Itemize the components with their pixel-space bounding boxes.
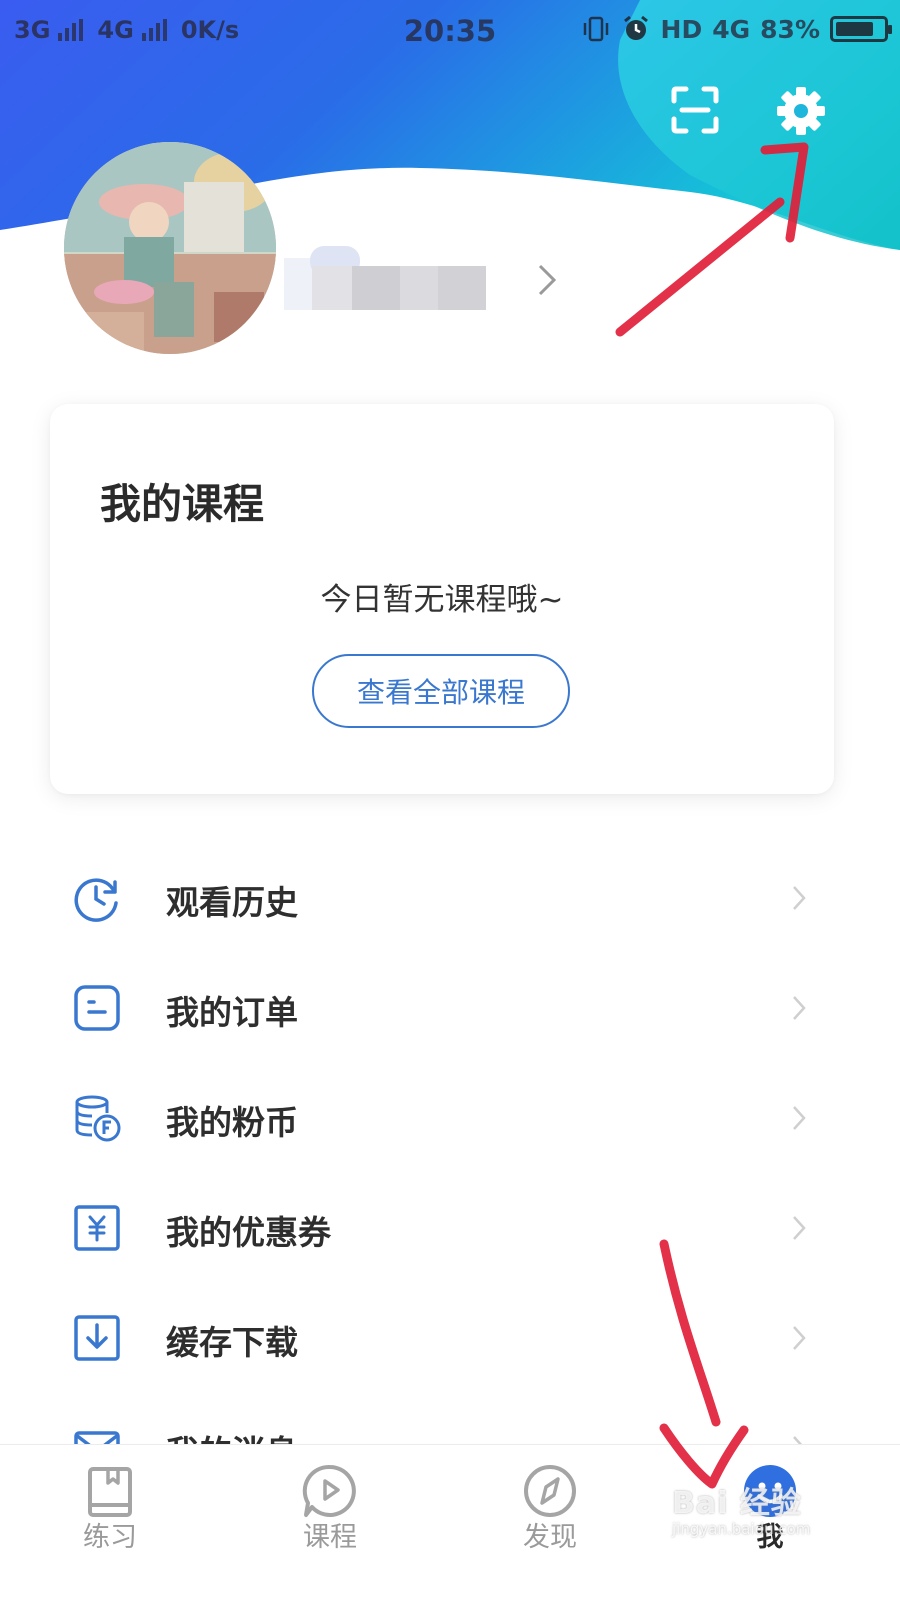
coupon-icon xyxy=(74,1205,120,1251)
menu-item-history[interactable]: 观看历史 xyxy=(0,842,900,952)
vibrate-icon xyxy=(583,16,608,42)
menu-item-downloads[interactable]: 缓存下载 xyxy=(0,1282,900,1392)
tab-courses[interactable]: 课程 xyxy=(255,1445,405,1600)
menu-item-coins[interactable]: 我的粉币 xyxy=(0,1062,900,1172)
watermark-logo: Bai 经验 jingyan.baidu.com xyxy=(672,1478,842,1538)
tab-label: 练习 xyxy=(83,1522,137,1553)
download-icon xyxy=(74,1315,120,1361)
status-right: HD 4G 83% xyxy=(581,14,892,44)
my-courses-card: 我的课程 今日暂无课程哦~ 查看全部课程 xyxy=(50,404,834,794)
username-blurred xyxy=(284,246,486,310)
chevron-right-icon[interactable] xyxy=(536,262,558,298)
tab-label: 发现 xyxy=(523,1522,577,1553)
chevron-right-icon xyxy=(793,996,806,1020)
tab-label: 课程 xyxy=(303,1522,357,1553)
battery-percent: 83% xyxy=(760,14,820,44)
hd-indicator: HD xyxy=(660,14,703,44)
play-bubble-icon xyxy=(302,1464,356,1517)
card-title: 我的课程 xyxy=(100,480,264,528)
avatar[interactable] xyxy=(64,142,276,354)
tab-practice[interactable]: 练习 xyxy=(35,1445,185,1600)
menu-item-orders[interactable]: 我的订单 xyxy=(0,952,900,1062)
scan-icon[interactable] xyxy=(670,85,720,135)
avatar-image xyxy=(64,142,276,354)
battery-icon xyxy=(830,16,892,42)
chevron-right-icon xyxy=(793,1216,806,1240)
history-clock-icon xyxy=(74,878,118,922)
menu-item-label: 缓存下载 xyxy=(166,1323,298,1362)
chevron-right-icon xyxy=(793,886,806,910)
book-icon xyxy=(88,1467,132,1517)
view-all-courses-button[interactable]: 查看全部课程 xyxy=(312,654,570,728)
coin-stack-icon xyxy=(75,1095,121,1142)
compass-icon xyxy=(524,1465,576,1517)
order-icon xyxy=(74,985,120,1031)
chevron-right-icon xyxy=(793,1326,806,1350)
menu-item-label: 我的粉币 xyxy=(166,1103,298,1142)
menu-item-label: 我的优惠券 xyxy=(166,1213,331,1252)
watermark-main: Bai 经验 xyxy=(672,1486,802,1521)
alarm-icon xyxy=(623,15,648,40)
menu-item-label: 观看历史 xyxy=(166,883,298,922)
menu-item-coupons[interactable]: 我的优惠券 xyxy=(0,1172,900,1282)
tab-discover[interactable]: 发现 xyxy=(475,1445,625,1600)
menu-item-label: 我的订单 xyxy=(166,993,298,1032)
network-type-3: 4G xyxy=(712,14,751,44)
empty-courses-text: 今日暂无课程哦~ xyxy=(320,582,564,618)
status-bar: 3G 4G 0K/s 20:35 HD 4G 83% xyxy=(0,0,900,64)
chevron-right-icon xyxy=(793,1106,806,1130)
watermark-sub: jingyan.baidu.com xyxy=(672,1520,811,1538)
gear-icon[interactable] xyxy=(775,85,827,137)
